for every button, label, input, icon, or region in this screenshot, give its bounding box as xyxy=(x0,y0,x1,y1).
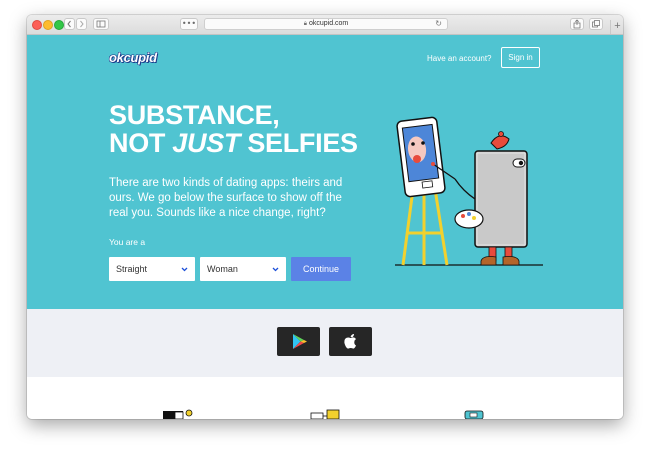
tabs-button[interactable] xyxy=(589,18,603,30)
minimize-window-button[interactable] xyxy=(43,20,53,30)
google-play-button[interactable] xyxy=(277,327,320,356)
headline-line2: NOT JUST SELFIES xyxy=(109,129,399,157)
share-button[interactable] xyxy=(570,18,584,30)
close-window-button[interactable] xyxy=(32,20,42,30)
tab-overview-button[interactable]: ••• xyxy=(180,18,198,30)
back-icon xyxy=(67,20,71,28)
gender-select[interactable]: Woman xyxy=(200,257,286,281)
browser-window: ••• 🔒︎ okcupid.com ↻ + okcupid Have an ac… xyxy=(27,15,623,419)
back-button[interactable] xyxy=(64,18,75,30)
hero-headline: SUBSTANCE, NOT JUST SELFIES xyxy=(109,101,399,157)
feature-illustration-2 xyxy=(310,409,340,419)
continue-button[interactable]: Continue xyxy=(291,257,351,281)
headline-line1: SUBSTANCE, xyxy=(109,100,280,130)
have-account-text: Have an account? xyxy=(427,54,492,63)
headline-not: NOT xyxy=(109,128,173,158)
app-download-strip xyxy=(27,309,623,377)
orientation-value: Straight xyxy=(116,264,148,274)
forward-button[interactable] xyxy=(76,18,87,30)
share-icon xyxy=(573,19,581,29)
lock-icon: 🔒︎ xyxy=(303,21,307,27)
you-are-label: You are a xyxy=(109,237,146,247)
browser-toolbar: ••• 🔒︎ okcupid.com ↻ + xyxy=(27,15,623,35)
new-tab-button[interactable]: + xyxy=(610,20,623,34)
hero-section: okcupid Have an account? Sign in SUBSTAN… xyxy=(27,35,623,309)
chevron-down-icon xyxy=(272,257,279,292)
zoom-window-button[interactable] xyxy=(54,20,64,30)
google-play-icon xyxy=(293,334,307,349)
headline-selfies: SELFIES xyxy=(240,128,358,158)
chevron-down-icon xyxy=(181,257,188,292)
app-store-button[interactable] xyxy=(329,327,372,356)
forward-icon xyxy=(80,20,84,28)
orientation-select[interactable]: Straight xyxy=(109,257,195,281)
features-section xyxy=(27,377,623,419)
hero-subtext: There are two kinds of dating apps: thei… xyxy=(109,177,343,219)
okcupid-logo[interactable]: okcupid xyxy=(109,50,157,65)
gender-value: Woman xyxy=(207,264,238,274)
reload-icon[interactable]: ↻ xyxy=(435,19,442,29)
tabs-icon xyxy=(592,20,600,28)
headline-just: JUST xyxy=(172,128,241,158)
address-bar[interactable]: 🔒︎ okcupid.com ↻ xyxy=(204,18,448,30)
url-text: okcupid.com xyxy=(308,20,349,27)
feature-illustration-1 xyxy=(163,409,193,419)
sidebar-icon xyxy=(96,20,106,28)
phone-painter-illustration xyxy=(395,116,543,266)
feature-illustration-3 xyxy=(464,410,484,419)
sign-in-button[interactable]: Sign in xyxy=(501,47,540,68)
apple-icon xyxy=(344,334,356,349)
sidebar-button[interactable] xyxy=(93,18,109,30)
